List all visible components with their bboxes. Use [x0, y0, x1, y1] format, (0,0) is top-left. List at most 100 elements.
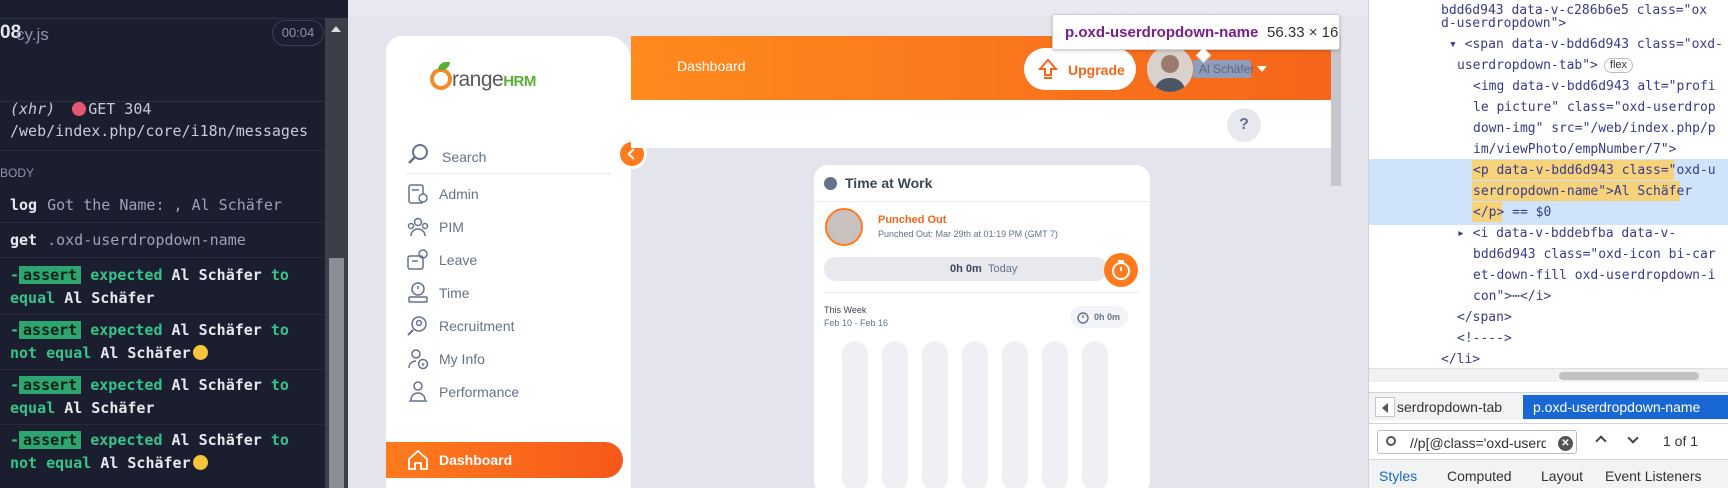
- tab-computed[interactable]: Computed: [1447, 468, 1512, 484]
- assert-badge: assert: [19, 431, 82, 449]
- dom-line[interactable]: im/viewPhoto/empNumber/7">: [1473, 139, 1728, 160]
- dom-line[interactable]: <!---->: [1457, 328, 1728, 349]
- avatar: [825, 208, 863, 246]
- profile-picture: [1147, 46, 1193, 92]
- command-get[interactable]: get .oxd-userdropdown-name: [10, 229, 325, 252]
- find-bar: //p[@class='oxd-userd ✕ 1 of 1: [1369, 423, 1728, 459]
- sidebar-item-leave[interactable]: Leave: [406, 244, 626, 276]
- emoji-icon: [192, 345, 208, 360]
- today-label: Today: [988, 263, 1018, 275]
- dom-line[interactable]: d-userdropdown">: [1441, 13, 1728, 34]
- breadcrumb-item-active[interactable]: p.oxd-userdropdown-name: [1523, 395, 1728, 419]
- upgrade-button[interactable]: Upgrade: [1024, 48, 1136, 90]
- find-next-icon[interactable]: [1627, 432, 1639, 444]
- search-icon: [1386, 436, 1396, 446]
- flex-badge[interactable]: flex: [1603, 58, 1634, 73]
- day-bar: [922, 341, 948, 488]
- sidebar-item-my-info[interactable]: My Info: [406, 343, 626, 375]
- search-icon: [408, 144, 428, 164]
- devtools-panel: bdd6d943 data-v-c286b6e5 class="ox d-use…: [1368, 0, 1728, 488]
- page-title: Dashboard: [677, 58, 746, 74]
- stopwatch-icon: [1112, 260, 1130, 280]
- caret-down-icon[interactable]: [1257, 66, 1267, 72]
- sidebar-item-dashboard[interactable]: Dashboard: [386, 442, 623, 478]
- sidebar-item-label: Time: [439, 285, 470, 301]
- assert-badge: assert: [19, 266, 82, 284]
- day-bar: [962, 341, 988, 488]
- spec-name: cy.js: [16, 25, 49, 44]
- find-count: 1 of 1: [1663, 433, 1699, 449]
- dom-line[interactable]: <p data-v-bdd6d943 class="oxd-u: [1473, 160, 1728, 181]
- user-dropdown-tab[interactable]: Al Schäfer: [1147, 46, 1327, 92]
- clock-icon: [824, 177, 837, 190]
- find-input[interactable]: //p[@class='oxd-userd ✕: [1377, 430, 1577, 454]
- app-preview: rangeHRM Search Admin PIM Leave Time Rec…: [348, 0, 1368, 488]
- tab-event-listeners[interactable]: Event Listeners: [1605, 468, 1702, 484]
- assertion-row[interactable]: - assert expected Al Schäfer to not equal…: [10, 319, 325, 365]
- find-query: //p[@class='oxd-userd: [1410, 435, 1546, 451]
- sidebar-item-time[interactable]: Time: [406, 277, 626, 309]
- widget-title: Time at Work: [845, 175, 933, 191]
- sidebar-item-admin[interactable]: Admin: [406, 178, 626, 210]
- elements-hscrollbar[interactable]: [1369, 368, 1728, 382]
- upgrade-arrow-icon: [1038, 58, 1058, 79]
- punch-in-button[interactable]: [1104, 253, 1138, 287]
- xhr-method-status: GET 304: [88, 100, 152, 118]
- dom-line[interactable]: <img data-v-bdd6d943 alt="profi: [1473, 76, 1728, 97]
- tab-styles[interactable]: Styles: [1379, 468, 1417, 484]
- assertion-row[interactable]: - assert expected Al Schäfer to equal Al …: [10, 264, 325, 310]
- find-prev-icon[interactable]: [1595, 435, 1607, 447]
- admin-icon: [408, 184, 428, 204]
- dom-line[interactable]: et-down-fill oxd-userdropdown-i: [1473, 265, 1728, 286]
- performance-icon: [409, 381, 427, 402]
- logo-leaf-icon: [438, 62, 450, 70]
- dom-line[interactable]: ▸ <i data-v-bddebfba data-v-: [1457, 223, 1728, 244]
- breadcrumb-back-icon[interactable]: [1375, 397, 1395, 417]
- command-log[interactable]: log Got the Name: , Al Schäfer: [10, 194, 325, 217]
- week-label: This Week: [824, 305, 867, 315]
- dom-line[interactable]: serdropdown-name">Al Schäfer: [1473, 181, 1728, 202]
- my-info-icon: [408, 349, 429, 370]
- assertion-row[interactable]: - assert expected Al Schäfer to equal Al …: [10, 374, 325, 420]
- dom-line[interactable]: userdropdown-tab"> flex: [1457, 55, 1728, 76]
- week-total: 0h 0m: [1070, 306, 1128, 328]
- sidebar-item-pim[interactable]: PIM: [406, 211, 626, 243]
- sidebar-item-recruitment[interactable]: Recruitment: [406, 310, 626, 342]
- sidebar-item-performance[interactable]: Performance: [406, 376, 626, 408]
- logo-text: range: [452, 68, 504, 91]
- help-button[interactable]: ?: [1227, 108, 1261, 142]
- assertion-row[interactable]: - assert expected Al Schäfer to not equal…: [10, 429, 325, 475]
- tooltip-dimensions: 56.33 × 16: [1267, 24, 1339, 41]
- devtools-subtabs: Styles Computed Layout Event Listeners: [1369, 459, 1728, 488]
- user-dropdown-name: Al Schäfer: [1199, 62, 1255, 76]
- dom-line[interactable]: </p> == $0: [1473, 202, 1728, 223]
- sidebar-item-label: Performance: [439, 384, 520, 400]
- dom-line[interactable]: le picture" class="oxd-userdrop: [1473, 97, 1728, 118]
- emoji-icon: [192, 455, 208, 470]
- today-value: 0h 0m: [950, 263, 982, 275]
- day-bar: [842, 341, 868, 488]
- punch-time: Punched Out: Mar 29th at 01:19 PM (GMT 7…: [878, 229, 1058, 239]
- inspect-tooltip: p.oxd-userdropdown-name 56.33 × 16: [1052, 14, 1340, 50]
- sidebar-item-label: My Info: [439, 351, 485, 367]
- sidebar-item-label: Dashboard: [439, 452, 513, 468]
- xhr-command[interactable]: (xhr) GET 304 /web/index.php/core/i18n/m…: [10, 98, 335, 142]
- avatar: [1147, 46, 1193, 92]
- time-at-work-widget: Time at Work Punched Out Punched Out: Ma…: [814, 165, 1150, 488]
- dom-line[interactable]: </li>: [1441, 349, 1728, 370]
- tab-layout[interactable]: Layout: [1541, 468, 1583, 484]
- clear-icon[interactable]: ✕: [1558, 436, 1573, 451]
- dom-line[interactable]: bdd6d943 class="oxd-icon bi-car: [1473, 244, 1728, 265]
- scroll-up-icon[interactable]: [331, 26, 341, 32]
- breadcrumb-item[interactable]: serdropdown-tab: [1397, 399, 1502, 415]
- scroll-thumb[interactable]: [329, 258, 344, 488]
- dom-line[interactable]: </span>: [1457, 307, 1728, 328]
- leave-icon: [407, 249, 428, 270]
- sidebar-search[interactable]: Search: [406, 138, 611, 174]
- dom-line[interactable]: ▾ <span data-v-bdd6d943 class="oxd-: [1449, 34, 1728, 55]
- dom-line[interactable]: con">⋯</i>: [1473, 286, 1728, 307]
- orangehrm-logo[interactable]: rangeHRM: [430, 62, 560, 94]
- log-scrollbar[interactable]: [325, 18, 348, 488]
- dom-line[interactable]: down-img" src="/web/index.php/p: [1473, 118, 1728, 139]
- app-scrollbar[interactable]: [1331, 36, 1341, 186]
